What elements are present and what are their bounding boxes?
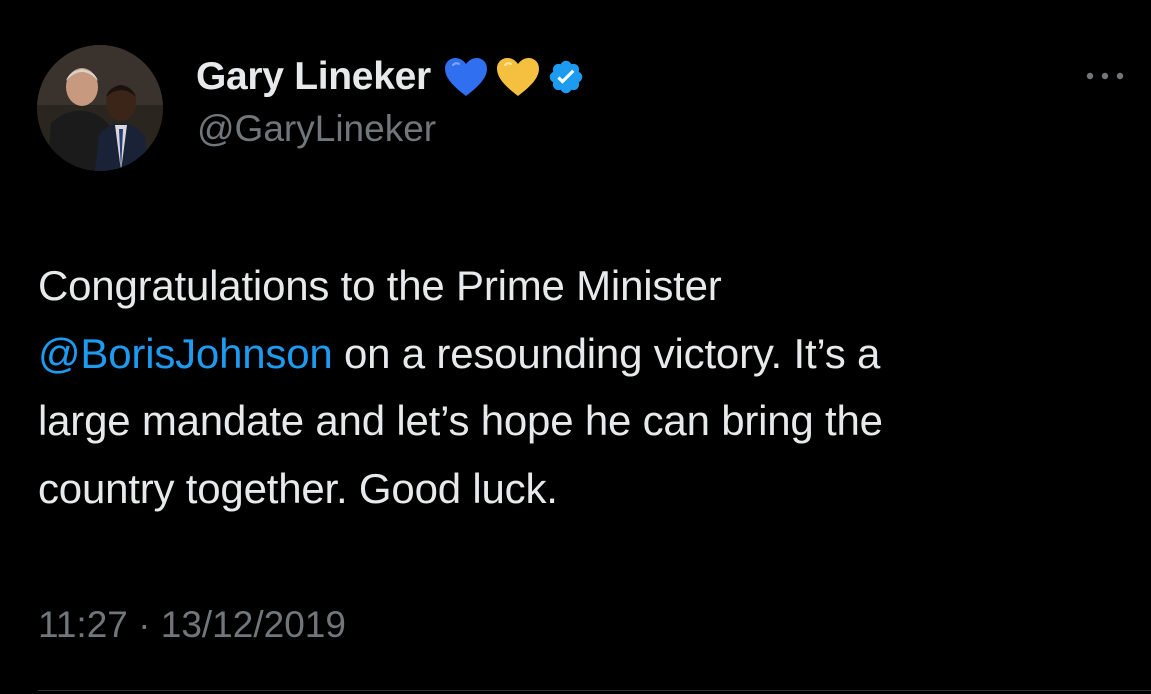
- more-options-icon[interactable]: [1082, 66, 1132, 86]
- tweet-text-line: Congratulations to the Prime Minister: [38, 262, 722, 309]
- tweet-date: 13/12/2019: [160, 604, 346, 645]
- author-handle[interactable]: @GaryLineker: [197, 108, 436, 150]
- tweet: Gary Lineker @GaryLineker Congratulation…: [0, 0, 1151, 694]
- tweet-text-line: on a resounding victory. It’s a: [332, 329, 881, 377]
- author-display-name[interactable]: Gary Lineker: [196, 55, 431, 99]
- tweet-timestamp[interactable]: 11:27 · 13/12/2019: [38, 604, 346, 646]
- meta-separator: ·: [138, 604, 151, 645]
- author-badges: [443, 56, 591, 98]
- divider: [38, 690, 1151, 691]
- yellow-heart-icon: [496, 58, 539, 96]
- tweet-text-line: large mandate and let’s hope he can brin…: [38, 397, 883, 444]
- verified-badge-icon[interactable]: [547, 58, 585, 96]
- mention-link[interactable]: @BorisJohnson: [38, 330, 333, 377]
- avatar[interactable]: [37, 45, 163, 171]
- blue-heart-icon: [444, 58, 487, 96]
- author-name-row: Gary Lineker: [196, 52, 591, 102]
- tweet-time: 11:27: [38, 604, 128, 645]
- tweet-text-line: country together. Good luck.: [38, 464, 558, 512]
- tweet-text: Congratulations to the Prime Minister @Bo…: [38, 252, 1128, 522]
